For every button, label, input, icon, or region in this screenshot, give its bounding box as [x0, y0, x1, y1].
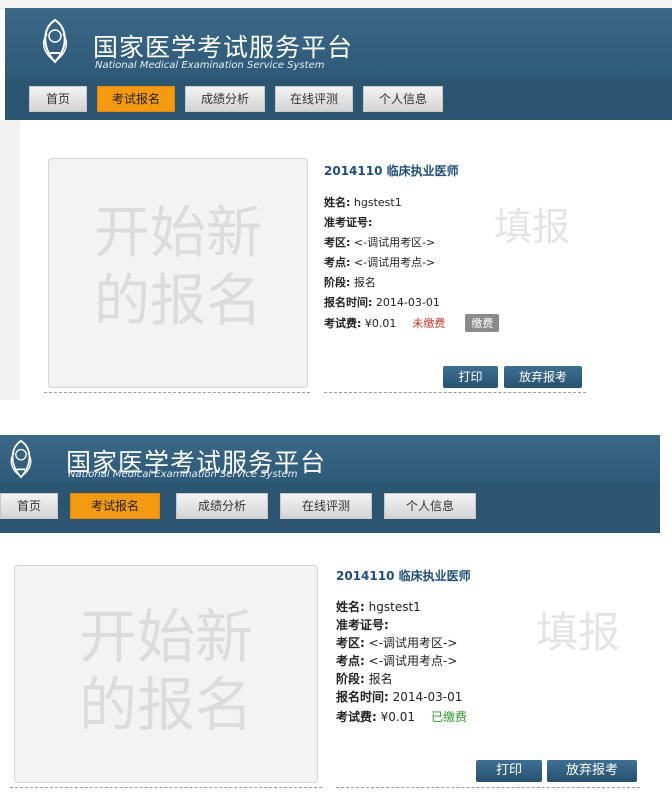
fee-row: 考试费: ¥0.01 已缴费 — [336, 708, 467, 725]
name-value: hgstest1 — [353, 196, 402, 209]
ticket-row: 准考证号: — [336, 616, 389, 633]
name-row: 姓名: hgstest1 — [324, 194, 402, 210]
site-header: 国家医学考试服务平台 National Medical Examination … — [0, 435, 660, 483]
nav-score-analysis[interactable]: 成绩分析 — [176, 493, 268, 519]
fee-value: ¥0.01 — [380, 710, 415, 724]
divider — [324, 392, 586, 393]
stage-row: 阶段: 报名 — [336, 670, 393, 687]
nav-score-analysis[interactable]: 成绩分析 — [185, 86, 265, 112]
name-row: 姓名: hgstest1 — [336, 598, 421, 615]
fee-label: 考试费: — [336, 710, 377, 724]
divider — [44, 392, 310, 393]
reg-time-label: 报名时间: — [324, 296, 373, 309]
fill-watermark: 填报 — [494, 205, 571, 249]
print-button[interactable]: 打印 — [476, 760, 542, 782]
stage-value: 报名 — [368, 672, 393, 686]
abandon-button[interactable]: 放弃报考 — [504, 366, 582, 388]
reg-time-value: 2014-03-01 — [375, 296, 440, 309]
site-value: <-调试用考点-> — [353, 256, 436, 269]
stage-label: 阶段: — [324, 276, 351, 289]
reg-time-row: 报名时间: 2014-03-01 — [324, 294, 440, 310]
start-new-registration-card[interactable]: 开始新 的报名 — [48, 158, 308, 388]
stage-row: 阶段: 报名 — [324, 274, 376, 290]
area-value: <-调试用考区-> — [353, 236, 436, 249]
fee-status-paid: 已缴费 — [431, 710, 468, 724]
exam-title: 2014110 临床执业医师 — [324, 164, 459, 178]
nav-online-assessment[interactable]: 在线评测 — [275, 86, 353, 112]
ticket-label: 准考证号: — [324, 216, 373, 229]
exam-title: 2014110 临床执业医师 — [336, 569, 471, 583]
site-subtitle: National Medical Examination Service Sys… — [95, 60, 325, 71]
left-margin — [0, 120, 20, 400]
name-value: hgstest1 — [368, 600, 421, 614]
start-new-registration-card[interactable]: 开始新 的报名 — [14, 565, 318, 783]
screenshot-panel-1: 国家医学考试服务平台 National Medical Examination … — [0, 8, 672, 400]
nav-home[interactable]: 首页 — [0, 493, 58, 519]
site-label: 考点: — [336, 654, 365, 668]
start-new-line1: 开始新 — [78, 603, 253, 671]
reg-time-row: 报名时间: 2014-03-01 — [336, 688, 462, 705]
nav-online-assessment[interactable]: 在线评测 — [280, 493, 372, 519]
site-row: 考点: <-调试用考点-> — [324, 254, 435, 270]
pay-button[interactable]: 缴费 — [465, 314, 500, 332]
fee-value: ¥0.01 — [364, 317, 397, 330]
emblem-icon — [33, 16, 77, 66]
nav-exam-registration[interactable]: 考试报名 — [97, 86, 175, 112]
fee-row: 考试费: ¥0.01 未缴费 缴费 — [324, 314, 500, 332]
ticket-row: 准考证号: — [324, 214, 372, 230]
start-new-line1: 开始新 — [94, 201, 262, 266]
site-subtitle: National Medical Examination Service Sys… — [68, 469, 298, 480]
fee-label: 考试费: — [324, 317, 362, 330]
divider — [336, 787, 640, 788]
abandon-button[interactable]: 放弃报考 — [547, 760, 637, 782]
fill-watermark: 填报 — [536, 608, 621, 657]
site-row: 考点: <-调试用考点-> — [336, 652, 457, 669]
area-row: 考区: <-调试用考区-> — [324, 234, 435, 250]
main-nav: 首页 考试报名 成绩分析 在线评测 个人信息 — [0, 483, 660, 533]
reg-time-label: 报名时间: — [336, 690, 389, 704]
stage-value: 报名 — [353, 276, 376, 289]
ticket-label: 准考证号: — [336, 618, 389, 632]
fee-status-unpaid: 未缴费 — [412, 317, 446, 330]
site-title: 国家医学考试服务平台 — [93, 33, 354, 62]
emblem-icon — [2, 437, 40, 481]
main-nav: 首页 考试报名 成绩分析 在线评测 个人信息 — [5, 80, 672, 120]
area-label: 考区: — [324, 236, 351, 249]
start-new-line2: 的报名 — [94, 269, 262, 334]
site-label: 考点: — [324, 256, 351, 269]
area-label: 考区: — [336, 636, 365, 650]
nav-exam-registration[interactable]: 考试报名 — [70, 493, 160, 519]
site-value: <-调试用考点-> — [368, 654, 458, 668]
nav-personal-info[interactable]: 个人信息 — [363, 86, 443, 112]
nav-personal-info[interactable]: 个人信息 — [384, 493, 476, 519]
print-button[interactable]: 打印 — [443, 366, 498, 388]
start-new-line2: 的报名 — [78, 671, 253, 739]
site-header: 国家医学考试服务平台 National Medical Examination … — [5, 8, 672, 80]
nav-home[interactable]: 首页 — [29, 86, 87, 112]
area-row: 考区: <-调试用考区-> — [336, 634, 457, 651]
divider — [10, 787, 322, 788]
name-label: 姓名: — [336, 600, 365, 614]
area-value: <-调试用考区-> — [368, 636, 458, 650]
reg-time-value: 2014-03-01 — [392, 690, 463, 704]
stage-label: 阶段: — [336, 672, 365, 686]
screenshot-panel-2: 国家医学考试服务平台 National Medical Examination … — [0, 435, 660, 792]
name-label: 姓名: — [324, 196, 351, 209]
